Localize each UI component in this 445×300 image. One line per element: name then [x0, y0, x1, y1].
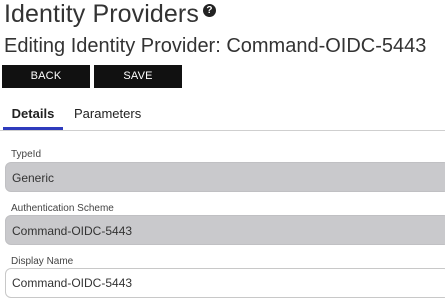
display-name-label: Display Name — [11, 256, 74, 267]
authentication-scheme-label: Authentication Scheme — [11, 203, 114, 214]
authentication-scheme-field: Command-OIDC-5443 — [5, 215, 445, 245]
identity-provider-edit-page: Identity Providers ? Editing Identity Pr… — [0, 0, 445, 300]
tab-details[interactable]: Details — [3, 100, 63, 130]
page-subtitle: Editing Identity Provider: Command-OIDC-… — [4, 35, 427, 57]
help-icon[interactable]: ? — [202, 4, 216, 17]
page-title: Identity Providers — [4, 0, 199, 28]
type-id-field: Generic — [5, 162, 445, 192]
save-button[interactable]: SAVE — [94, 65, 182, 88]
back-button[interactable]: BACK — [2, 65, 90, 88]
title-row: Identity Providers ? — [4, 0, 216, 30]
type-id-label: TypeId — [11, 149, 42, 160]
display-name-input[interactable] — [5, 268, 445, 298]
tab-parameters[interactable]: Parameters — [74, 100, 141, 128]
tab-bar: Details Parameters — [0, 100, 445, 131]
